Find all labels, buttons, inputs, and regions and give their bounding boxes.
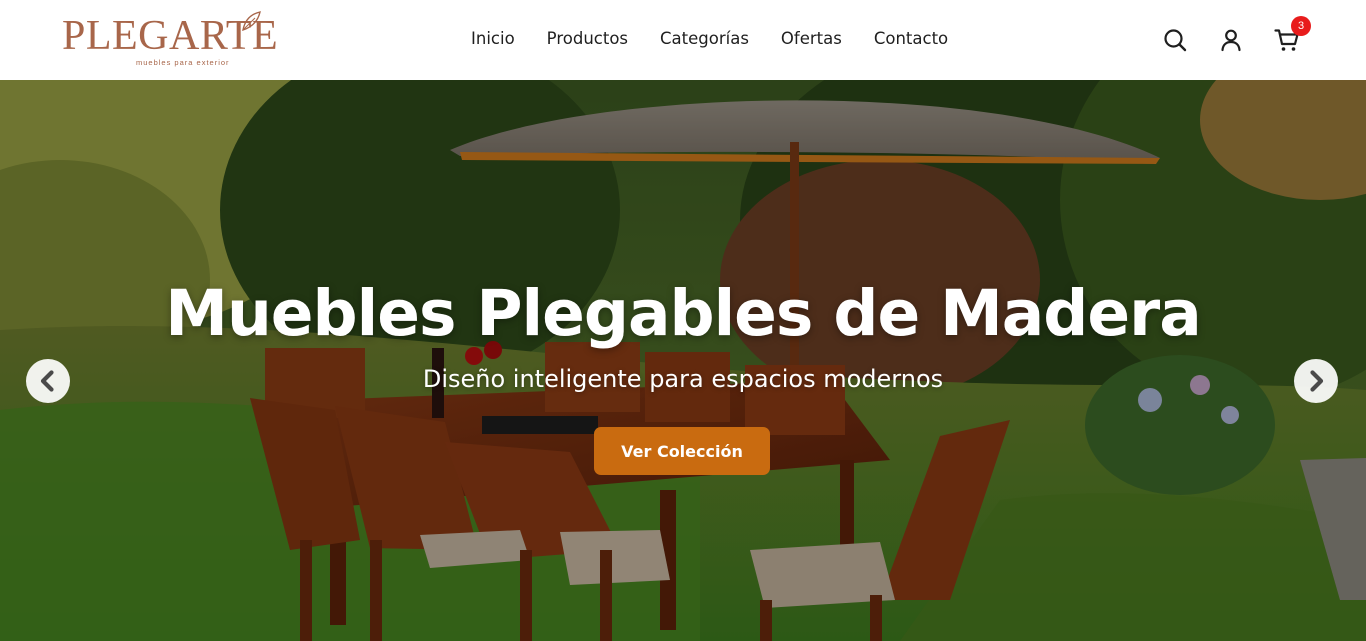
hero-banner: Muebles Plegables de Madera Diseño intel… xyxy=(0,80,1366,641)
chevron-left-icon xyxy=(40,370,54,392)
hero-title: Muebles Plegables de Madera xyxy=(165,277,1201,350)
brand-logo[interactable]: PLEGARTE muebles para exterior xyxy=(62,10,294,72)
user-icon xyxy=(1221,29,1241,52)
nav-link-productos[interactable]: Productos xyxy=(547,27,628,51)
search-icon xyxy=(1164,29,1187,52)
nav-link-categorias[interactable]: Categorías xyxy=(660,27,749,51)
view-collection-button[interactable]: Ver Colección xyxy=(594,427,770,475)
hero-overlay xyxy=(0,80,1366,641)
leaf-icon xyxy=(242,11,261,32)
hero-subtitle: Diseño inteligente para espacios moderno… xyxy=(422,365,944,393)
account-button[interactable] xyxy=(1217,26,1245,54)
site-header: PLEGARTE muebles para exterior Inicio Pr… xyxy=(0,0,1366,80)
carousel-next-button[interactable] xyxy=(1294,359,1338,403)
search-button[interactable] xyxy=(1161,26,1189,54)
main-nav: Inicio Productos Categorías Ofertas Cont… xyxy=(471,27,948,51)
nav-link-contacto[interactable]: Contacto xyxy=(874,27,948,51)
carousel-prev-button[interactable] xyxy=(26,359,70,403)
nav-link-inicio[interactable]: Inicio xyxy=(471,27,515,51)
cart-count-badge: 3 xyxy=(1291,16,1311,36)
chevron-right-icon xyxy=(1310,370,1324,392)
nav-link-ofertas[interactable]: Ofertas xyxy=(781,27,842,51)
logo-tagline: muebles para exterior xyxy=(136,58,230,67)
